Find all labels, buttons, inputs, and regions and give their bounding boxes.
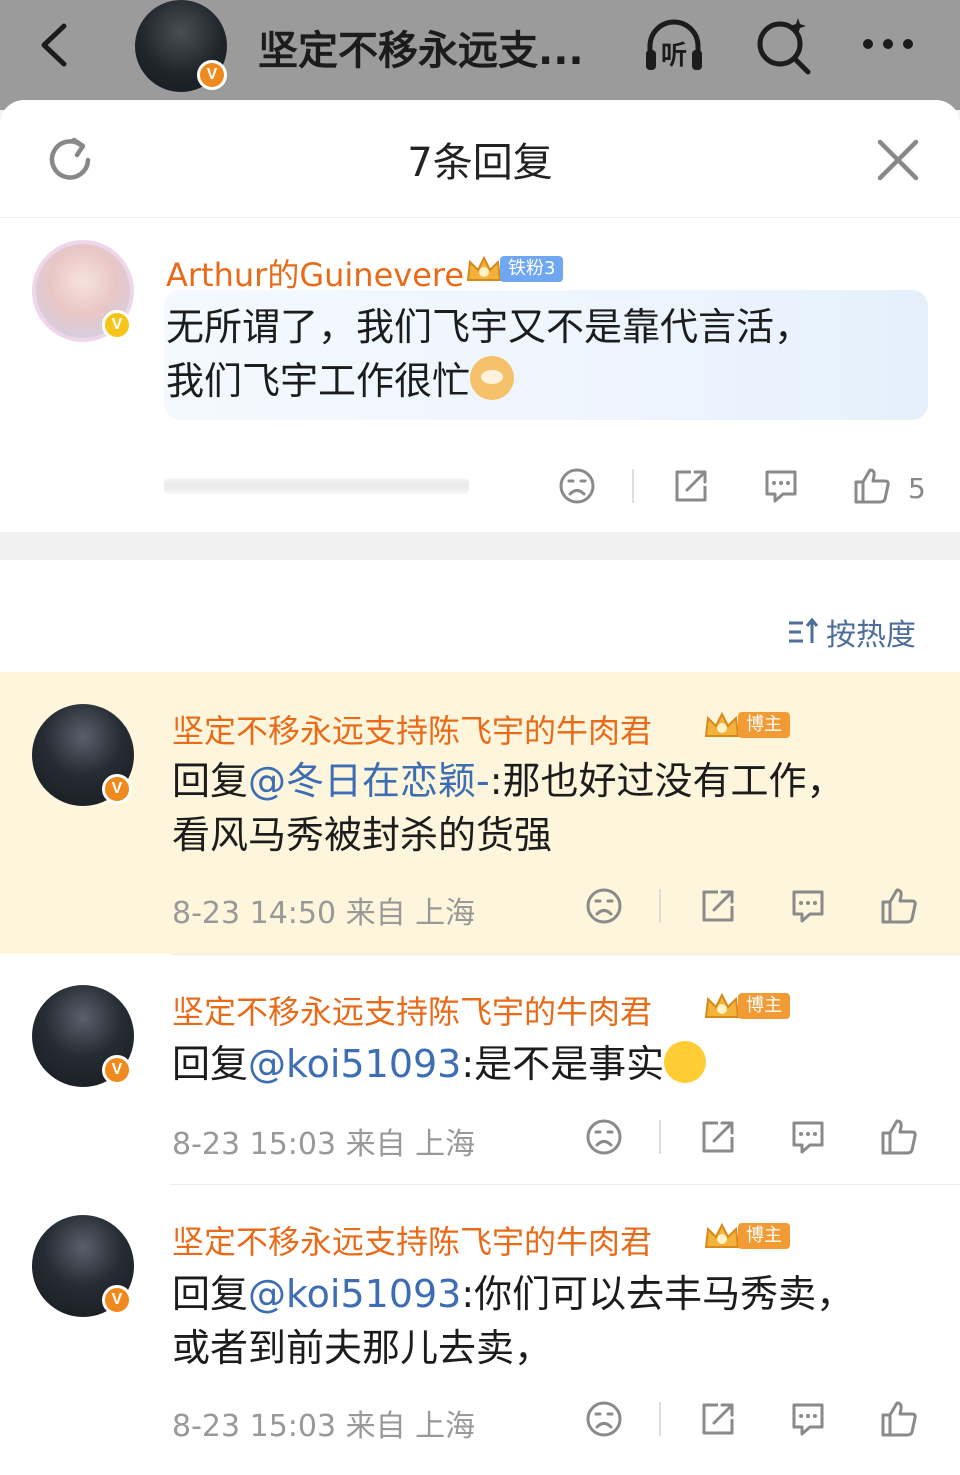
author-tag: 博主	[738, 1223, 790, 1249]
like-thumb-icon[interactable]	[879, 886, 919, 926]
reply-username[interactable]: 坚定不移永远支持陈飞宇的牛肉君	[172, 706, 652, 752]
action-separator	[632, 469, 634, 503]
reply-avatar[interactable]: V	[32, 1215, 134, 1317]
share-icon[interactable]	[698, 886, 738, 926]
like-thumb-icon[interactable]	[879, 1117, 919, 1157]
headphones-icon[interactable]: 听	[642, 14, 706, 78]
mention-link[interactable]: @koi51093	[248, 1042, 461, 1086]
author-badge: 博主	[702, 708, 790, 742]
verified-icon: V	[197, 60, 227, 90]
sheet-title: 7条回复	[407, 140, 553, 186]
more-icon[interactable]	[856, 14, 920, 78]
reply-username[interactable]: 坚定不移永远支持陈飞宇的牛肉君	[172, 987, 652, 1033]
dislike-face-icon[interactable]	[584, 886, 624, 926]
reply-time: 8-23 14:50	[172, 896, 337, 931]
comment-icon[interactable]	[761, 466, 801, 506]
dislike-face-icon[interactable]	[584, 1399, 624, 1439]
reply-row: V 坚定不移永远支持陈飞宇的牛肉君 博主 回复@冬日在恋颖-:那也好过没有工作，…	[0, 672, 960, 954]
fan-level-tag: 铁粉3	[500, 256, 564, 282]
crown-icon	[704, 711, 740, 737]
reply-text: :你们可以去丰马秀卖，	[461, 1272, 855, 1316]
reply-time: 8-23 15:03	[172, 1127, 337, 1162]
verified-icon: V	[102, 310, 132, 340]
reply-avatar[interactable]: V	[32, 985, 134, 1087]
reply-time: 8-23 15:03	[172, 1409, 337, 1444]
root-comment-text-line2: 我们飞宇工作很忙	[166, 359, 471, 403]
author-badge: 博主	[702, 1219, 790, 1253]
reply-text: :那也好过没有工作，	[489, 759, 845, 803]
search-icon[interactable]	[752, 14, 816, 78]
dislike-face-icon[interactable]	[584, 1117, 624, 1157]
reply-text-line2: 或者到前夫那儿去卖，	[172, 1326, 553, 1370]
root-comment-text-line2-wrap: 我们飞宇工作很忙	[166, 354, 515, 408]
sort-by-heat-button[interactable]: 按热度	[786, 610, 916, 654]
author-tag: 博主	[738, 712, 790, 738]
reply-text-line1: 回复@koi51093:你们可以去丰马秀卖，	[172, 1267, 854, 1321]
crown-icon	[704, 992, 740, 1018]
author-badge: 博主	[702, 989, 790, 1023]
doge-emoji-icon	[470, 356, 515, 400]
sort-label: 按热度	[826, 618, 916, 653]
action-separator	[659, 889, 661, 923]
reply-text: :是不是事实	[461, 1042, 665, 1086]
reply-text-line1: 回复@koi51093:是不是事实	[172, 1037, 707, 1091]
reply-row: V 坚定不移永远支持陈飞宇的牛肉君 博主 回复@koi51093:你们可以去丰马…	[0, 1185, 960, 1475]
back-arrow-icon[interactable]	[30, 20, 80, 70]
reply-location: 来自 上海	[345, 1409, 476, 1444]
reply-prefix: 回复	[172, 1272, 249, 1316]
reply-avatar[interactable]: V	[32, 704, 134, 806]
reply-text-line2: 看风马秀被封杀的货强	[172, 813, 553, 857]
sort-icon	[789, 617, 819, 643]
reply-meta: 8-23 15:03 来自 上海	[172, 1401, 475, 1445]
share-icon[interactable]	[671, 466, 711, 506]
share-icon[interactable]	[698, 1117, 738, 1157]
replies-sheet: 7条回复 V Arthur的Guinevere 铁粉3 无所谓了，我们飞宇又不是…	[0, 100, 960, 1475]
reply-username[interactable]: 坚定不移永远支持陈飞宇的牛肉君	[172, 1217, 652, 1263]
close-icon[interactable]	[872, 134, 924, 186]
verified-icon: V	[102, 774, 132, 804]
reply-row: V 坚定不移永远支持陈飞宇的牛肉君 博主 回复@koi51093:是不是事实 8…	[0, 955, 960, 1184]
reply-location: 来自 上海	[345, 896, 476, 931]
mention-link[interactable]: @koi51093	[248, 1272, 461, 1316]
reply-prefix: 回复	[172, 1042, 249, 1086]
like-thumb-icon[interactable]	[852, 466, 892, 506]
emoji-icon	[664, 1041, 707, 1083]
author-tag: 博主	[738, 993, 790, 1019]
crown-icon	[704, 1222, 740, 1248]
reply-location: 来自 上海	[345, 1127, 476, 1162]
action-separator	[659, 1402, 661, 1436]
sheet-header: 7条回复	[0, 100, 960, 218]
like-count: 5	[908, 472, 926, 505]
comment-icon[interactable]	[788, 1399, 828, 1439]
section-gap	[0, 532, 960, 560]
channel-avatar[interactable]: V	[135, 0, 227, 92]
mention-link[interactable]: @冬日在恋颖-	[248, 759, 490, 803]
reply-meta: 8-23 15:03 来自 上海	[172, 1119, 475, 1163]
dislike-face-icon[interactable]	[557, 466, 597, 506]
reply-meta: 8-23 14:50 来自 上海	[172, 888, 475, 932]
listen-label: 听	[661, 41, 687, 71]
page-title[interactable]: 坚定不移永远支...	[258, 18, 588, 76]
root-comment-text-line1: 无所谓了，我们飞宇又不是靠代言活，	[166, 305, 813, 349]
blurred-meta	[164, 478, 469, 494]
root-comment-avatar[interactable]: V	[32, 240, 134, 342]
comment-icon[interactable]	[788, 886, 828, 926]
verified-icon: V	[102, 1055, 132, 1085]
top-nav-bar: V 坚定不移永远支... 听	[0, 0, 960, 110]
fan-badge: 铁粉3	[464, 252, 564, 286]
comment-icon[interactable]	[788, 1117, 828, 1157]
action-separator	[659, 1120, 661, 1154]
verified-icon: V	[102, 1285, 132, 1315]
crown-icon	[466, 255, 502, 281]
reply-text-line1: 回复@冬日在恋颖-:那也好过没有工作，	[172, 754, 845, 808]
share-icon[interactable]	[698, 1399, 738, 1439]
reply-prefix: 回复	[172, 759, 249, 803]
like-thumb-icon[interactable]	[879, 1399, 919, 1439]
